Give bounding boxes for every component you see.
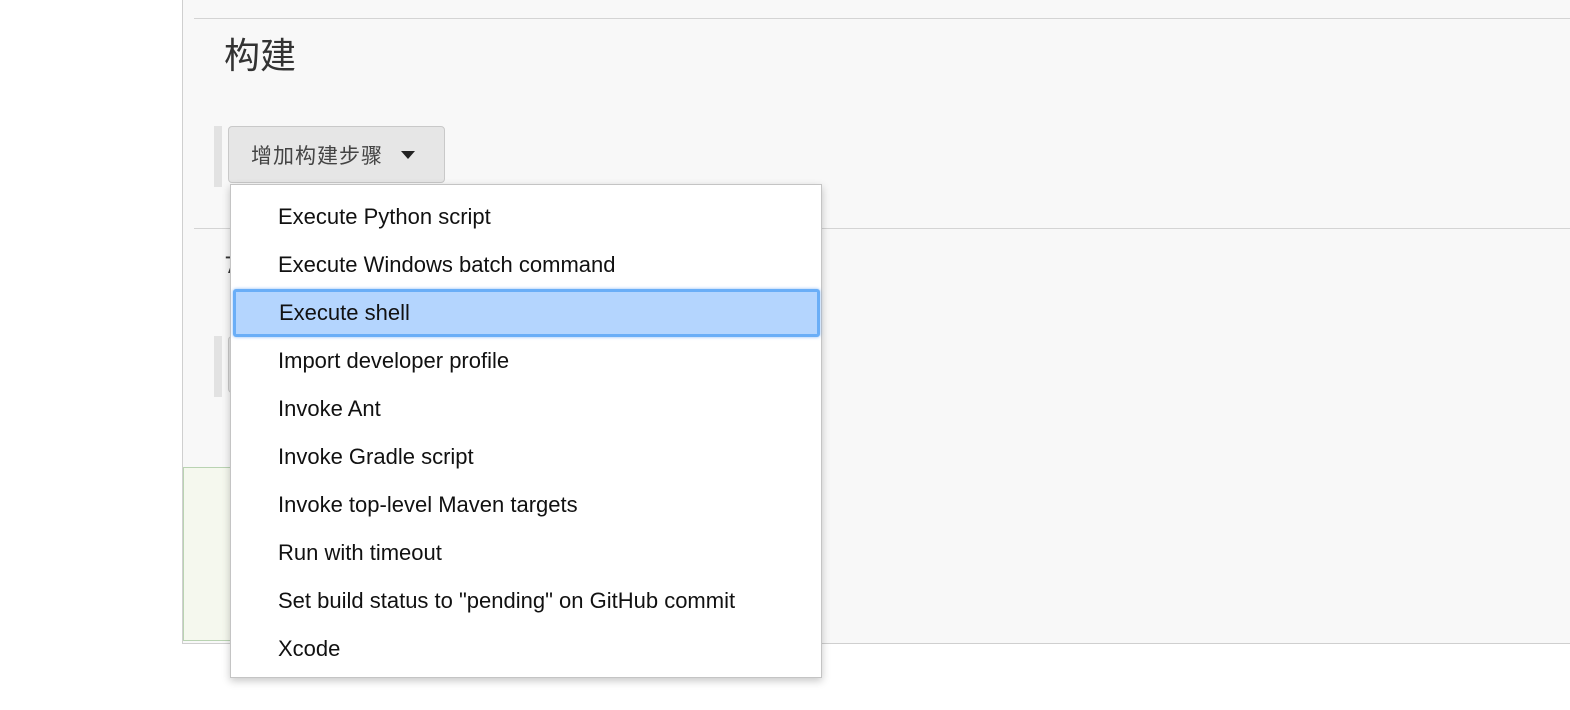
menu-item-invoke-ant[interactable]: Invoke Ant [231,385,821,433]
menu-item-xcode[interactable]: Xcode [231,625,821,673]
build-step-dropdown-menu: Execute Python script Execute Windows ba… [230,184,822,678]
menu-item-import-developer-profile[interactable]: Import developer profile [231,337,821,385]
menu-item-execute-shell[interactable]: Execute shell [233,289,820,337]
menu-item-execute-windows-batch-command[interactable]: Execute Windows batch command [231,241,821,289]
post-build-step-handle [214,336,222,397]
build-step-handle [214,126,222,187]
add-build-step-button[interactable]: 增加构建步骤 [228,126,445,183]
section-divider-top [194,18,1570,19]
jenkins-config-page: 构建 增加构建步骤 7 Execute Python script Execut… [0,0,1570,710]
section-title-build: 构建 [224,36,297,77]
caret-down-icon [401,150,415,159]
add-build-step-label: 增加构建步骤 [251,143,383,168]
menu-item-set-github-pending-status[interactable]: Set build status to "pending" on GitHub … [231,577,821,625]
menu-item-execute-python-script[interactable]: Execute Python script [231,193,821,241]
menu-item-run-with-timeout[interactable]: Run with timeout [231,529,821,577]
menu-item-invoke-maven-targets[interactable]: Invoke top-level Maven targets [231,481,821,529]
menu-item-invoke-gradle-script[interactable]: Invoke Gradle script [231,433,821,481]
